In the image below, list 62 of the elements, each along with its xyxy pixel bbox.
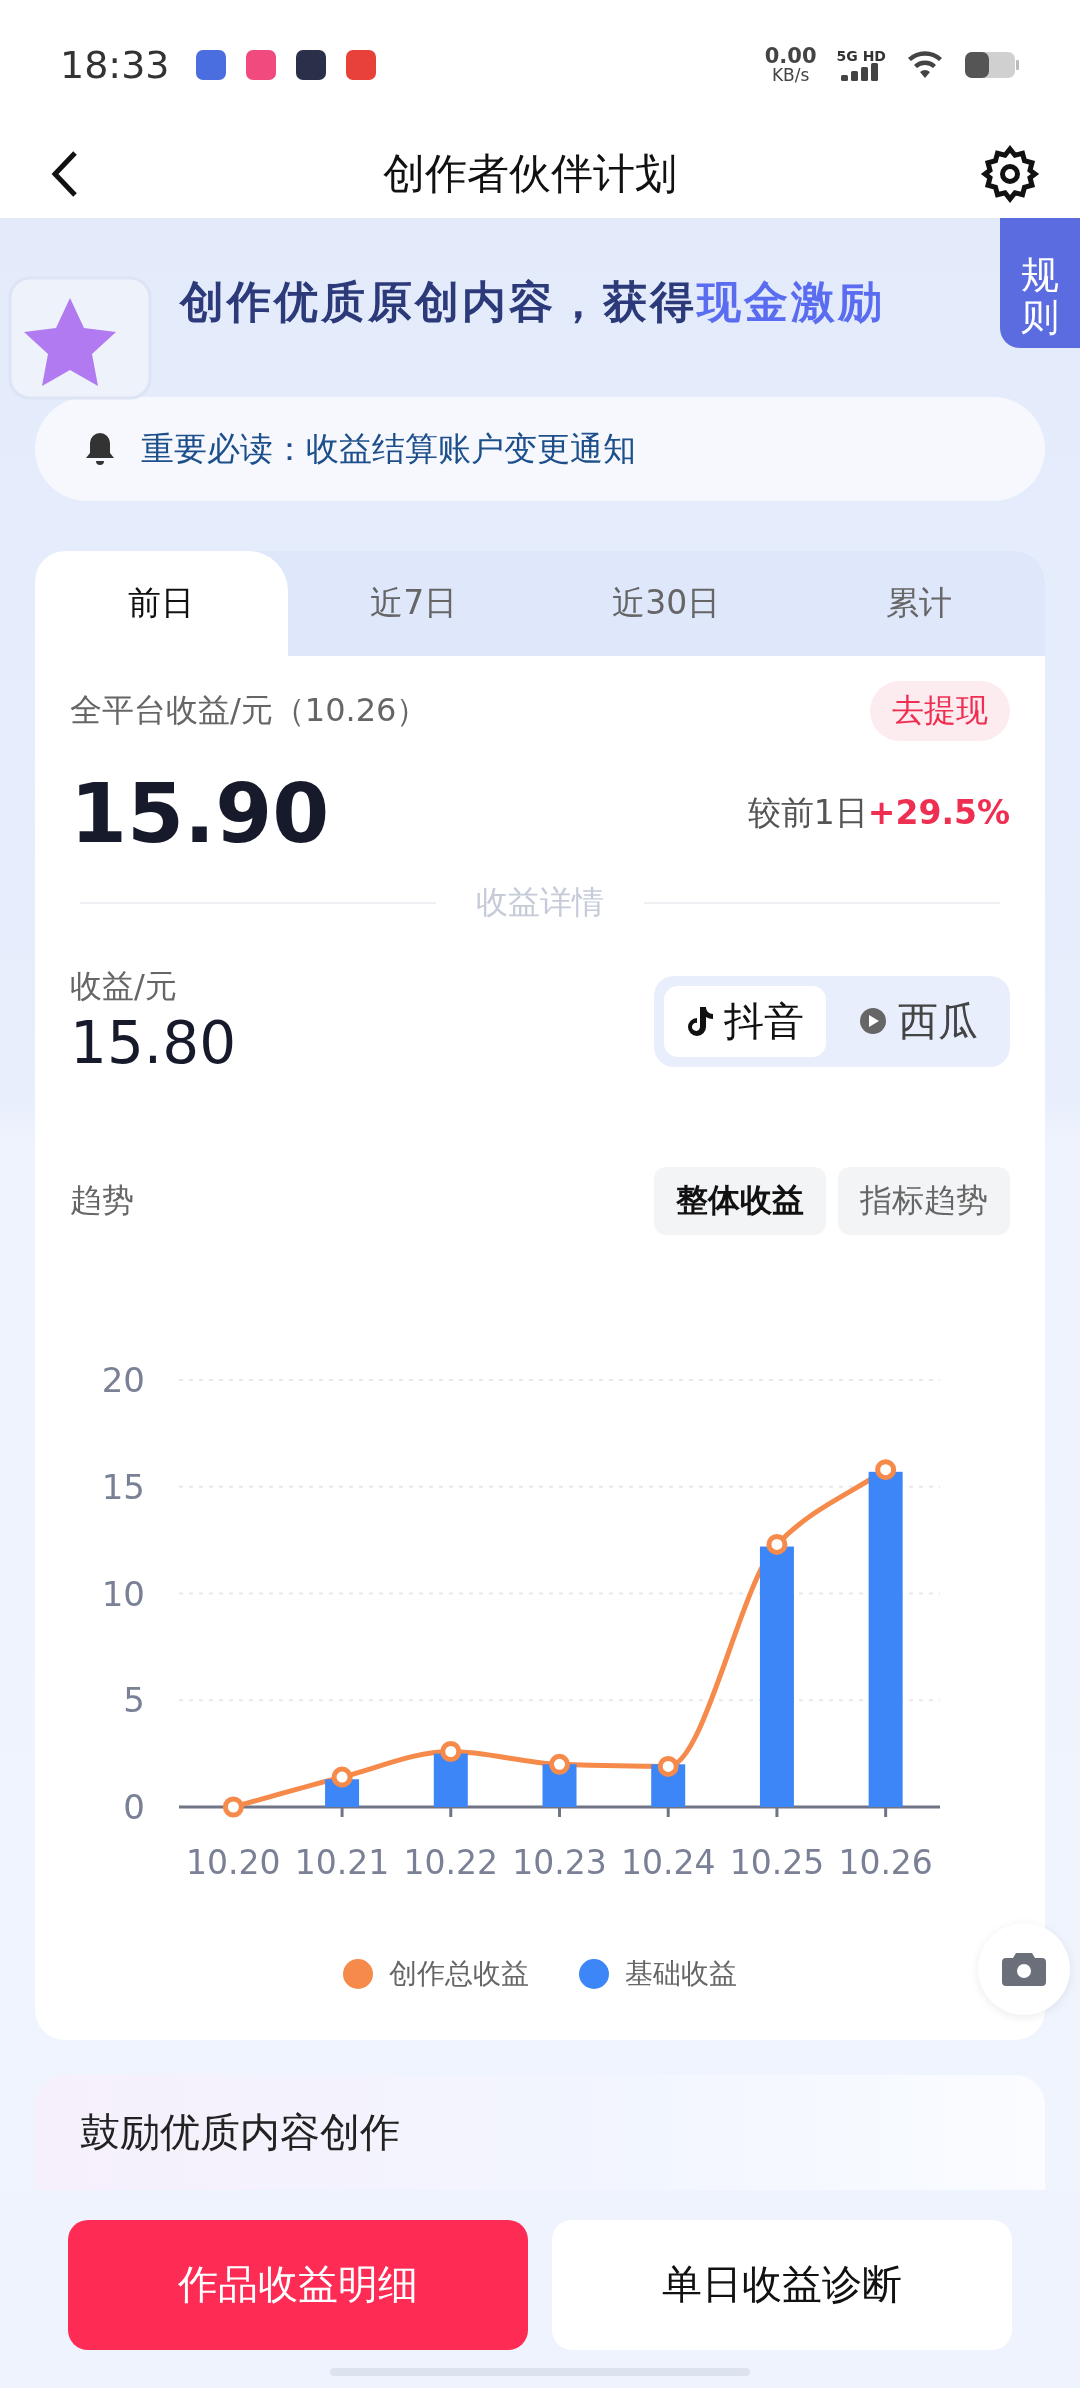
section-divider-label: 收益详情 xyxy=(476,882,604,924)
section-title: 鼓励优质内容创作 xyxy=(80,2108,400,2155)
earnings-label: 全平台收益/元（10.26） xyxy=(70,690,429,732)
app-icon xyxy=(295,49,326,80)
legend-label: 创作总收益 xyxy=(389,1956,529,1993)
axis-tick-label: 10.21 xyxy=(294,1843,390,1883)
page-title: 创作者伙伴计划 xyxy=(383,147,677,200)
trend-tab[interactable]: 整体收益 xyxy=(654,1167,826,1236)
period-tab[interactable]: 前日 xyxy=(35,551,288,657)
chart-point xyxy=(549,1753,570,1775)
net-speed: 0.00 xyxy=(764,45,817,67)
period-tab[interactable]: 累计 xyxy=(792,551,1045,657)
net-unit: KB/s xyxy=(771,66,810,84)
bell-icon xyxy=(85,431,115,467)
chart-point xyxy=(331,1766,353,1788)
axis-tick-label: 10.24 xyxy=(620,1843,716,1883)
legend-label: 基础收益 xyxy=(625,1956,737,1993)
axis-tick-label: 0 xyxy=(123,1787,145,1828)
notice-text: 重要必读：收益结算账户变更通知 xyxy=(141,427,636,470)
notice-bar[interactable]: 重要必读：收益结算账户变更通知 xyxy=(35,396,1045,502)
camera-icon xyxy=(1002,1950,1046,1987)
axis-tick-label: 10.23 xyxy=(512,1843,607,1883)
axis-tick-label: 10.25 xyxy=(729,1843,825,1883)
action-button[interactable]: 作品收益明细 xyxy=(68,2219,528,2350)
play-circle-icon xyxy=(858,1006,888,1037)
chart-point xyxy=(766,1534,788,1555)
action-button[interactable]: 单日收益诊断 xyxy=(552,2219,1012,2350)
chart-point xyxy=(222,1796,244,1818)
chart-point xyxy=(440,1741,462,1763)
axis-tick-label: 5 xyxy=(123,1680,145,1721)
platform-tab[interactable]: 西瓜 xyxy=(836,985,1000,1057)
chart-bar xyxy=(433,1753,468,1808)
status-time: 18:33 xyxy=(60,42,170,87)
settings-icon[interactable] xyxy=(980,143,1040,204)
banner-subtitle: 创作优质原创内容，获得现金激励 xyxy=(180,275,885,330)
compare-value: +29.5% xyxy=(867,793,1010,833)
rules-tab[interactable]: 规则 xyxy=(1000,218,1080,349)
axis-tick-label: 20 xyxy=(101,1360,145,1401)
app-icon xyxy=(195,49,226,80)
chart-point xyxy=(875,1459,897,1481)
trend-title: 趋势 xyxy=(70,1180,134,1222)
axis-tick-label: 10.26 xyxy=(838,1843,933,1883)
compare-label: 较前1日 xyxy=(747,793,868,833)
total-amount: 15.90 xyxy=(70,766,330,862)
axis-tick-label: 15 xyxy=(101,1466,145,1507)
platform-label: 收益/元 xyxy=(70,966,178,1008)
period-tab[interactable]: 近30日 xyxy=(540,551,793,657)
music-note-icon xyxy=(686,1005,714,1038)
app-icon xyxy=(245,49,276,80)
axis-tick-label: 10.22 xyxy=(403,1843,499,1883)
network-type: 5G HD xyxy=(836,48,886,63)
platform-tab[interactable]: 抖音 xyxy=(664,985,826,1057)
axis-tick-label: 10.20 xyxy=(186,1843,281,1883)
withdraw-button[interactable]: 去提现 xyxy=(870,681,1010,742)
app-icon xyxy=(345,49,376,80)
chart-point xyxy=(657,1756,679,1778)
period-tab[interactable]: 近7日 xyxy=(287,551,540,657)
wifi-icon xyxy=(906,49,944,80)
platform-amount: 15.80 xyxy=(70,1009,237,1078)
axis-tick-label: 10 xyxy=(101,1573,145,1614)
trend-tab[interactable]: 指标趋势 xyxy=(838,1167,1010,1236)
battery-icon xyxy=(964,49,1020,80)
